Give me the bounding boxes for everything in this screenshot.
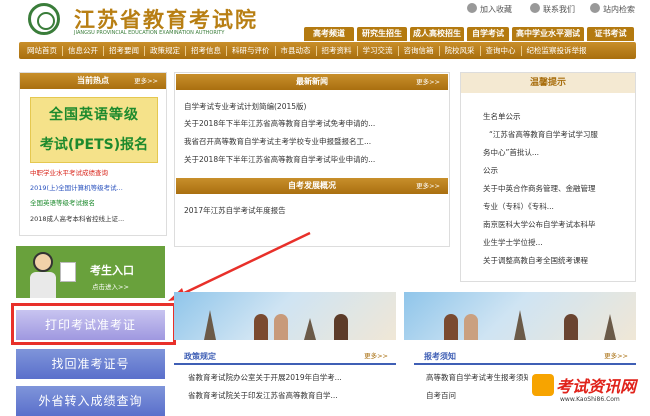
- site-subtitle: JIANGSU PROVINCIAL EDUCATION EXAMINATION…: [74, 30, 225, 36]
- policy-item[interactable]: 省教育考试院办公室关于开展2019年自学考...: [188, 372, 342, 383]
- hot-panel: 当前热点 更多>> 全国英语等级 考试(PETS)报名 中职学业水平考试成绩查询…: [19, 72, 167, 236]
- highlight-frame: [11, 303, 176, 345]
- notice-line[interactable]: 务中心”首批认...: [483, 147, 539, 158]
- search-icon: [590, 3, 600, 13]
- tower-shape: [514, 310, 526, 340]
- nav-item[interactable]: 招考信息: [186, 45, 227, 56]
- notice-line[interactable]: 南京医科大学公布自学考试本科毕: [483, 219, 596, 230]
- research-title: 自考发展概况: [288, 181, 336, 190]
- news-item[interactable]: 关于2018年下半年江苏省高等教育自学考试毕业申请的...: [184, 154, 442, 165]
- research-more-link[interactable]: 更多>>: [416, 178, 440, 194]
- tower-shape: [204, 310, 216, 340]
- nav-item[interactable]: 信息公开: [63, 45, 104, 56]
- apply-more-link[interactable]: 更多>>: [604, 350, 628, 360]
- policy-item[interactable]: 省教育考试院关于印发江苏省高等教育自学...: [188, 390, 338, 401]
- nav-item[interactable]: 咨询信箱: [399, 45, 440, 56]
- student-sign-icon: [60, 262, 76, 282]
- main-nav: 网站首页 信息公开 招考要闻 政策规定 招考信息 科研与评价 市县动态 招考资料 学习交流 咨询信…: [19, 42, 636, 59]
- nav-item[interactable]: 政策规定: [145, 45, 186, 56]
- person-shape: [274, 314, 288, 340]
- nav-item[interactable]: 招考资料: [317, 45, 358, 56]
- news-header: 最新新闻 更多>>: [176, 74, 448, 90]
- hot-item[interactable]: 全国英语等级考试报名: [30, 197, 158, 207]
- policy-more-link[interactable]: 更多>>: [364, 350, 388, 360]
- person-shape: [464, 314, 478, 340]
- hot-item[interactable]: 2019(上)全国计算机等级考试...: [30, 182, 158, 192]
- research-item[interactable]: 2017年江苏自学考试年度报告: [184, 205, 442, 216]
- research-header: 自考发展概况 更多>>: [176, 178, 448, 194]
- hot-item[interactable]: 2018成人高考本科省控线上证...: [30, 213, 158, 223]
- notice-line[interactable]: 生名单公示: [483, 111, 521, 122]
- nav-item[interactable]: 科研与评价: [227, 45, 276, 56]
- watermark-text: 考试资讯网: [556, 377, 637, 396]
- notice-line[interactable]: 业生学士学位授...: [483, 237, 543, 248]
- person-shape: [334, 314, 348, 340]
- hot-more-link[interactable]: 更多>>: [134, 73, 158, 89]
- site-search-link[interactable]: 站内检索: [590, 3, 635, 17]
- hot-title: 当前热点: [77, 76, 109, 85]
- notice-line[interactable]: 专业（专科）《专科...: [483, 201, 554, 212]
- apply-header: 报考须知 更多>>: [414, 350, 636, 365]
- tower-shape: [604, 314, 616, 340]
- policy-panel: 政策规定 更多>> 省教育考试院办公室关于开展2019年自学考... 省教育考试…: [174, 350, 396, 412]
- contact-link[interactable]: 联系我们: [530, 3, 575, 17]
- person-shape: [564, 314, 578, 340]
- notice-header: 温馨提示: [461, 73, 635, 93]
- news-item[interactable]: 我省召开高等教育自学考试主考学校专业申报暨报名工...: [184, 136, 442, 147]
- pets-banner-line1: 全国英语等级: [49, 107, 139, 123]
- nav-item[interactable]: 学习交流: [358, 45, 399, 56]
- notice-panel: 温馨提示 生名单公示 “江苏省高等教育自学考试学习服 务中心”首批认... 公示…: [460, 72, 636, 282]
- notice-line[interactable]: 关于调整高教自考全国统考课程: [483, 255, 588, 266]
- apply-title: 报考须知: [424, 352, 456, 361]
- news-title: 最新新闻: [296, 77, 328, 86]
- tower-shape: [304, 318, 316, 340]
- person-shape: [444, 314, 458, 340]
- tab-academic-test[interactable]: 高中学业水平测试: [512, 27, 584, 41]
- nav-item[interactable]: 纪检监察投诉举报: [522, 46, 592, 56]
- notice-line[interactable]: 公示: [483, 165, 498, 176]
- pets-banner-line2: 考试(PETS)报名: [39, 137, 149, 153]
- tab-gaokao[interactable]: 高考频道: [304, 27, 354, 41]
- nav-item[interactable]: 市县动态: [276, 45, 317, 56]
- student-figure-body: [30, 272, 56, 298]
- news-more-link[interactable]: 更多>>: [416, 74, 440, 90]
- news-item[interactable]: 关于2018年下半年江苏省高等教育自学考试免考申请的...: [184, 118, 442, 129]
- news-panel: 最新新闻 更多>> 自学考试专业考试计划简编(2015版) 关于2018年下半年…: [174, 72, 450, 247]
- watermark-logo-icon: [532, 374, 554, 396]
- nav-item[interactable]: 网站首页: [22, 45, 63, 56]
- news-item[interactable]: 自学考试专业考试计划简编(2015版): [184, 101, 442, 112]
- notice-line[interactable]: 关于中英合作商务管理、金融管理: [483, 183, 596, 194]
- site-logo-seal: [28, 3, 60, 35]
- nav-item[interactable]: 院校风采: [440, 45, 481, 56]
- notice-title: 温馨提示: [529, 78, 566, 88]
- tab-self-study[interactable]: 自学考试: [467, 27, 509, 41]
- star-icon: [467, 3, 477, 13]
- add-favorite-link[interactable]: 加入收藏: [467, 3, 512, 17]
- hot-item[interactable]: 中职学业水平考试成绩查询: [30, 167, 158, 177]
- pets-banner[interactable]: 全国英语等级 考试(PETS)报名: [30, 97, 158, 163]
- watermark-url: www.KaoShi86.Com: [560, 396, 620, 403]
- retrieve-ticket-number-button[interactable]: 找回准考证号: [16, 349, 165, 379]
- scenery-banner-left[interactable]: [174, 292, 396, 340]
- policy-title: 政策规定: [184, 352, 216, 361]
- nav-item[interactable]: 查询中心: [481, 45, 522, 56]
- candidate-entry-title: 考生入口: [90, 264, 134, 277]
- candidate-entry-link[interactable]: 点击进入>>: [92, 281, 129, 291]
- student-figure-head: [33, 252, 53, 272]
- policy-header: 政策规定 更多>>: [174, 350, 396, 365]
- tab-adult[interactable]: 成人高校招生: [410, 27, 464, 41]
- hot-header: 当前热点 更多>>: [20, 73, 166, 89]
- notice-line[interactable]: “江苏省高等教育自学考试学习服: [489, 129, 598, 140]
- scenery-banner-right[interactable]: [404, 292, 636, 340]
- phone-icon: [530, 3, 540, 13]
- tab-graduate[interactable]: 研究生招生: [357, 27, 407, 41]
- apply-item[interactable]: 自考百问: [426, 390, 456, 401]
- nav-list: 网站首页 信息公开 招考要闻 政策规定 招考信息 科研与评价 市县动态 招考资料 学习交流 咨询信…: [19, 42, 636, 59]
- tab-certificate[interactable]: 证书考试: [587, 27, 634, 41]
- nav-item[interactable]: 招考要闻: [104, 45, 145, 56]
- person-shape: [254, 314, 268, 340]
